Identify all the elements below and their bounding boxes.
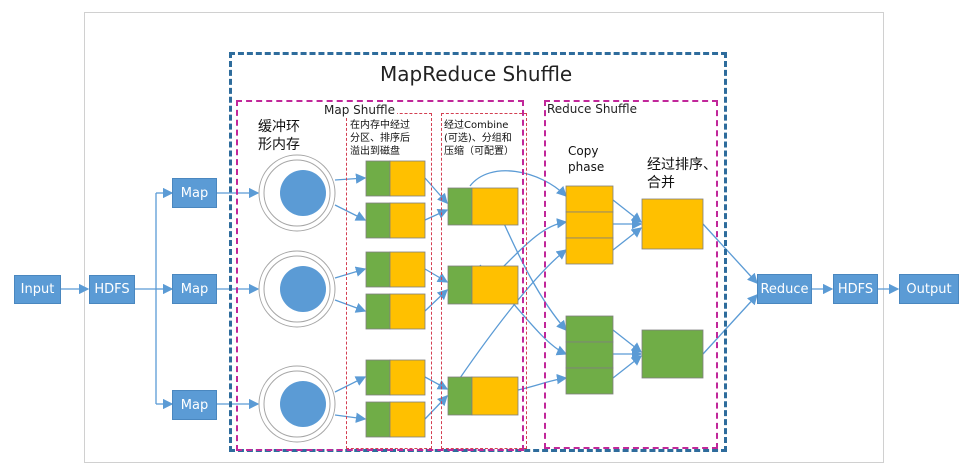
combine-note: 经过Combine (可选)、分组和 压缩（可配置） [444, 120, 514, 157]
merge-note: 经过排序、 合并 [647, 157, 717, 191]
output-node: Output [899, 274, 959, 304]
copy-phase-note: Copy phase [568, 144, 605, 174]
buffer-note: 缓冲环 形内存 [258, 119, 300, 153]
diagram-title: MapReduce Shuffle [380, 62, 573, 86]
spill-stage-box [346, 113, 432, 449]
hdfs-input-node: HDFS [89, 275, 135, 304]
combine-stage-box [441, 113, 527, 449]
spill-note: 在内存中经过 分区、排序后 溢出到磁盘 [350, 120, 410, 157]
map-node-1: Map [172, 178, 217, 208]
reduce-shuffle-label: Reduce Shuffle [547, 102, 638, 116]
input-node: Input [14, 275, 61, 304]
reduce-node: Reduce [757, 274, 812, 304]
hdfs-output-node: HDFS [833, 274, 878, 304]
map-shuffle-label: Map Shuffle [322, 103, 397, 117]
map-node-2: Map [172, 274, 217, 304]
map-node-3: Map [172, 390, 217, 420]
